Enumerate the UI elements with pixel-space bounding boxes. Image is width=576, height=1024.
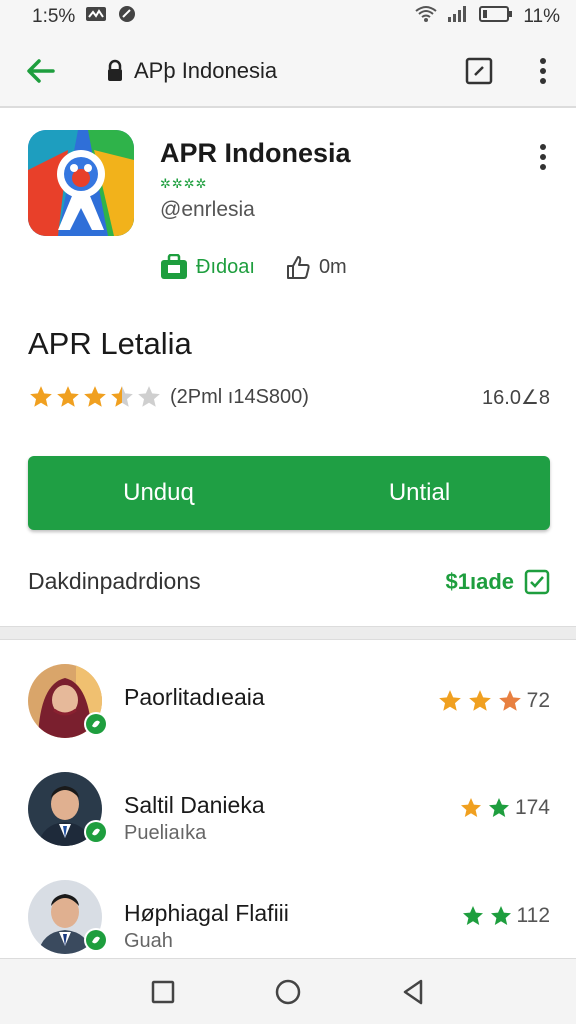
review-name: Høphiagal Flafiii	[124, 900, 289, 926]
app-name: APR Indonesia	[160, 138, 351, 168]
overflow-menu-button[interactable]	[528, 52, 558, 90]
wifi-icon	[415, 5, 437, 29]
star-icon	[490, 906, 511, 925]
install-bar: Unduɋ Untial	[28, 456, 550, 530]
star-icon	[498, 690, 521, 711]
star-empty-icon	[138, 386, 160, 407]
back-button[interactable]	[22, 52, 60, 90]
status-time: 1:5%	[32, 6, 76, 27]
star-half-icon	[111, 386, 133, 407]
app-size: 16.0∠8	[482, 386, 550, 409]
list-item[interactable]: Saltil Danieka Pueliaıka 174	[0, 748, 576, 848]
install-button[interactable]: Untial	[289, 456, 550, 530]
nav-back-button[interactable]	[393, 972, 433, 1012]
home-button[interactable]	[268, 972, 308, 1012]
battery-icon	[479, 5, 513, 29]
url-field[interactable]: APþ Indonesia	[106, 52, 277, 90]
review-name: Paorlitadıeaia	[124, 684, 265, 710]
home-icon	[275, 979, 301, 1004]
description-row: Dakdinpadrdions $1ıade	[28, 568, 550, 595]
location-icon	[117, 4, 137, 30]
review-count: 174	[514, 796, 550, 819]
star-icon	[30, 386, 52, 407]
app-card: APR Indonesia ✲✲✲✲ @enrlesia Đıdoaı 0m A…	[0, 110, 576, 626]
description-link[interactable]: $1ıade	[446, 569, 551, 595]
app-logo-icon[interactable]	[28, 130, 134, 236]
back-icon	[404, 979, 423, 1004]
lock-icon	[108, 59, 122, 81]
video-icon	[85, 5, 107, 29]
description-link-label: $1ıade	[445, 568, 515, 594]
edit-icon	[465, 57, 493, 85]
app-meta-row: Đıdoaı 0m	[160, 254, 347, 280]
star-icon	[468, 690, 491, 711]
star-icon	[84, 386, 106, 407]
section-title: APR Letalia	[28, 326, 192, 361]
more-vert-icon	[540, 58, 546, 84]
back-arrow-icon	[27, 59, 55, 83]
card-menu-button[interactable]	[530, 140, 556, 174]
review-count: 112	[516, 904, 550, 927]
star-icon	[57, 386, 79, 407]
section-divider	[0, 626, 576, 640]
review-rating: 174	[459, 796, 550, 820]
battery-level: 11%	[523, 6, 560, 27]
likes-meta-label: 0m	[318, 255, 347, 278]
verified-icon	[84, 820, 108, 844]
app-developer[interactable]: @enrlesia	[160, 198, 255, 222]
system-nav-bar	[0, 958, 576, 1024]
list-item[interactable]: Høphiagal Flafiii Guah 112	[0, 856, 576, 956]
status-right: 11%	[415, 5, 560, 29]
star-icon	[462, 906, 483, 925]
signal-icon	[447, 5, 469, 29]
address-bar: APþ Indonesia	[0, 34, 576, 108]
list-item[interactable]: Paorlitadıeaia 72	[0, 640, 576, 740]
star-icon	[460, 798, 481, 817]
review-count: 72	[526, 689, 550, 712]
description-label: Dakdinpadrdions	[28, 568, 201, 594]
rating-stars	[28, 384, 162, 410]
download-button[interactable]: Unduɋ	[28, 456, 289, 530]
verified-icon	[84, 712, 108, 736]
likes-meta[interactable]: 0m	[285, 254, 347, 280]
check-box-icon	[524, 569, 550, 594]
rating-count: (2Pml ı14S800)	[170, 385, 309, 408]
rating-row: (2Pml ı14S800) 16.0∠8	[28, 384, 550, 410]
recent-apps-icon	[151, 980, 174, 1003]
recent-apps-button[interactable]	[143, 972, 183, 1012]
install-meta[interactable]: Đıdoaı	[160, 254, 255, 280]
review-subtitle: Pueliaıka	[124, 822, 207, 844]
url-text: APþ Indonesia	[134, 58, 278, 83]
review-rating: 112	[461, 904, 550, 928]
review-name: Saltil Danieka	[124, 792, 265, 818]
star-icon	[488, 798, 509, 817]
verified-icon	[84, 928, 108, 952]
install-meta-label: Đıdoaı	[196, 255, 255, 278]
review-subtitle: Guah	[124, 930, 173, 952]
review-rating: 72	[437, 688, 550, 714]
app-badge: ✲✲✲✲	[160, 176, 208, 191]
status-bar: 1:5% 11%	[0, 0, 576, 34]
more-vert-icon	[540, 144, 546, 170]
thumb-up-icon	[286, 256, 310, 279]
edit-button[interactable]	[462, 54, 496, 88]
status-left: 1:5%	[32, 4, 137, 30]
briefcase-icon	[161, 254, 187, 279]
star-icon	[438, 690, 461, 711]
